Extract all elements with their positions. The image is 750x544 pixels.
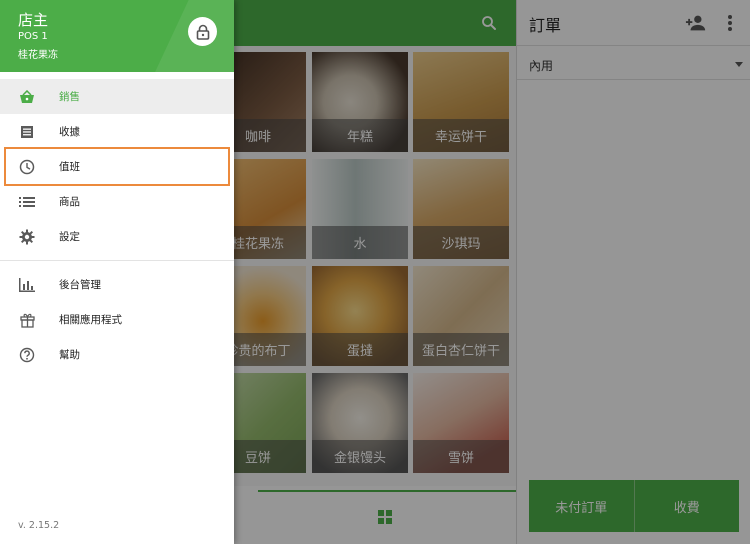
receipt-icon — [18, 123, 36, 141]
pos-name: POS 1 — [18, 31, 48, 42]
gift-icon — [18, 311, 36, 329]
menu-item-sales[interactable]: 銷售 — [0, 79, 234, 114]
menu-item-label: 收據 — [59, 126, 80, 138]
menu-item-products[interactable]: 商品 — [0, 184, 234, 219]
shift-highlight-outline — [4, 147, 230, 186]
menu-item-label: 設定 — [59, 231, 80, 243]
menu-item-backoffice[interactable]: 後台管理 — [0, 267, 234, 302]
menu-item-label: 銷售 — [59, 91, 80, 103]
menu-item-receipts[interactable]: 收據 — [0, 114, 234, 149]
list-icon — [18, 193, 36, 211]
gear-icon — [18, 228, 36, 246]
app-version: v. 2.15.2 — [18, 520, 60, 531]
help-icon — [18, 346, 36, 364]
menu-item-help[interactable]: 幫助 — [0, 337, 234, 372]
menu-item-related-apps[interactable]: 相關應用程式 — [0, 302, 234, 337]
menu-item-label: 幫助 — [59, 349, 80, 361]
bar-chart-icon — [18, 276, 36, 294]
menu-divider — [0, 260, 234, 261]
menu-item-label: 後台管理 — [59, 279, 101, 291]
shopping-basket-icon — [18, 88, 36, 106]
menu-item-label: 商品 — [59, 196, 80, 208]
user-name: 店主 — [18, 11, 49, 29]
menu-item-label: 相關應用程式 — [59, 314, 122, 326]
store-name: 桂花果冻 — [18, 50, 58, 61]
navigation-drawer: 店主 POS 1 桂花果冻 銷售 收據 值班 商品 設定 後台管理 相關應用程式… — [0, 0, 234, 544]
drawer-header: 店主 POS 1 桂花果冻 — [0, 0, 234, 72]
lock-icon[interactable] — [188, 17, 217, 46]
menu-item-settings[interactable]: 設定 — [0, 219, 234, 254]
